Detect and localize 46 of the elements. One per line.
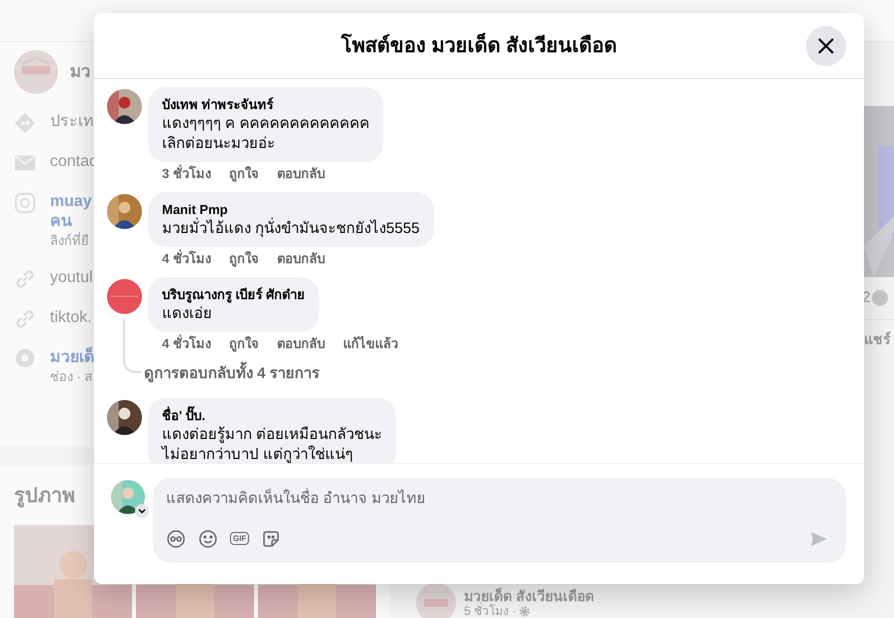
comment-text: แดงๆๆๆๆ ค คคคคคคคคคคคคค	[162, 114, 370, 134]
comment-author[interactable]: Manit Pmp	[162, 201, 420, 219]
comment-time: 3 ชั่วโมง	[162, 166, 211, 182]
avatar-sticker-icon[interactable]	[166, 528, 186, 548]
arrow-sign-icon	[14, 112, 36, 134]
chevron-down-icon	[138, 507, 146, 515]
chevron-badge[interactable]	[135, 504, 149, 518]
emoji-icon[interactable]	[198, 528, 218, 548]
comment-action-link[interactable]: ถูกใจ	[228, 251, 259, 267]
comment-time: 4 ชั่วโมง	[162, 336, 211, 352]
comment-author[interactable]: ชื่อ' ปั๊บ.	[162, 407, 382, 425]
reply-connector-line	[123, 319, 141, 373]
about-subtext: ลิงก์ที่ยื	[50, 232, 90, 250]
comment-text: มวยมั่วไอ้แดง กุนั่งขำมันจะชกยังไง5555	[162, 219, 420, 239]
comment-action-link[interactable]: ตอบกลับ	[276, 336, 325, 352]
about-subtext: ช่อง · ส	[50, 368, 94, 386]
about-text: youtul	[50, 268, 93, 288]
comment-author[interactable]: บริบรูณางกรู เบียร์ ศักด๋าย	[162, 286, 306, 304]
edited-label: แก้ไขแล้ว	[342, 336, 398, 352]
link-icon	[14, 308, 36, 330]
page-name: มว	[70, 61, 91, 84]
comment-text: แดงเอ่ย	[162, 304, 213, 324]
comment-action-link[interactable]: ถูกใจ	[228, 336, 259, 352]
comment-action-link[interactable]: ถูกใจ	[228, 166, 259, 182]
instagram-icon	[14, 192, 36, 214]
chat-icon	[14, 348, 36, 370]
comment-text: ไม่อยากว่าบาป แต่กูว่าใช่แน่ๆ	[162, 445, 354, 463]
section-title: รูปภาพ	[14, 485, 75, 507]
about-text: contac	[50, 152, 98, 172]
close-button[interactable]	[806, 26, 846, 66]
comment-action-link[interactable]: ตอบกลับ	[276, 251, 325, 267]
link-icon	[14, 268, 36, 290]
gear-icon	[519, 606, 530, 616]
comment-icon	[872, 290, 888, 306]
sticker-icon[interactable]	[261, 528, 282, 548]
comment-text: เลิกต่อยนะมวยอ่ะ	[162, 134, 276, 154]
close-icon	[816, 36, 836, 56]
post-time: 5 ชั่วโมง ·	[464, 604, 516, 618]
dialog-title: โพสต์ของ มวยเด็ด สังเวียนเดือด	[340, 32, 618, 58]
about-text: tiktok.	[50, 308, 92, 328]
comment-action-link[interactable]: ตอบกลับ	[276, 166, 325, 182]
comment-time: 4 ชั่วโมง	[162, 251, 211, 267]
comment-author[interactable]: บังเทพ ท่าพระจันทร์	[162, 96, 370, 114]
comment-text: แดงต่อยรู้มาก ต่อยเหมือนกลัวชนะ	[162, 425, 382, 445]
gif-button[interactable]: GIF	[230, 532, 250, 545]
about-text: ประเท	[50, 112, 94, 132]
